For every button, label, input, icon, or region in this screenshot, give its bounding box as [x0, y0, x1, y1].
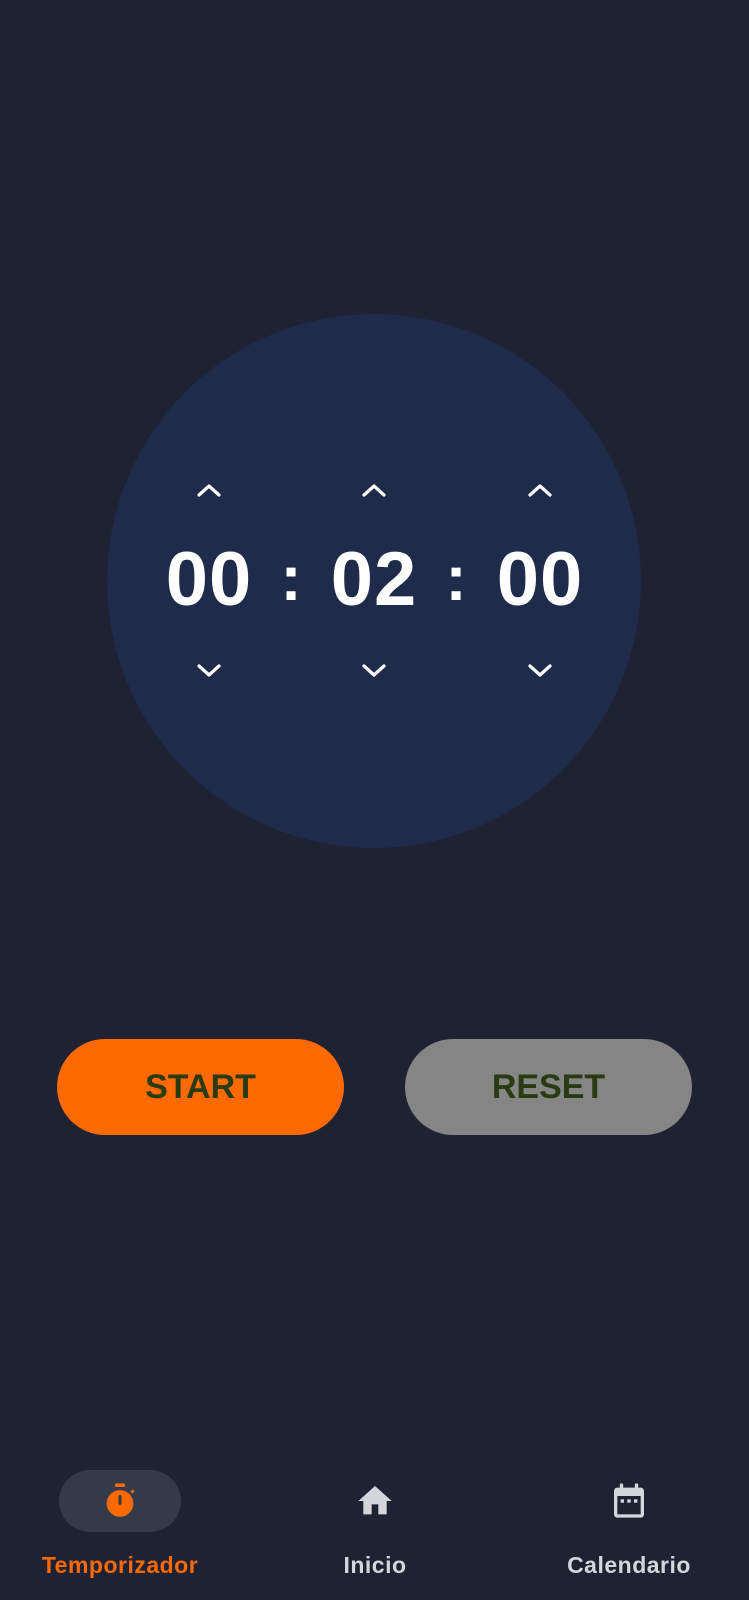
hours-value[interactable]: 00: [149, 530, 269, 630]
minutes-decrement-button[interactable]: [354, 656, 394, 686]
nav-label-inicio: Inicio: [343, 1552, 407, 1578]
minutes-increment-button[interactable]: [354, 475, 394, 505]
time-separator: :: [445, 542, 467, 614]
minutes-value[interactable]: 02: [314, 530, 434, 630]
nav-label-temporizador: Temporizador: [41, 1552, 199, 1578]
time-separator: :: [280, 542, 302, 614]
nav-item-inicio[interactable]: Inicio: [255, 1450, 495, 1600]
chevron-down-icon: [528, 664, 552, 677]
nav-icon-container: [568, 1470, 690, 1532]
chevron-up-icon: [197, 484, 221, 497]
chevron-up-icon: [528, 484, 552, 497]
nav-icon-container: [314, 1470, 436, 1532]
seconds-increment-button[interactable]: [520, 475, 560, 505]
active-indicator: [59, 1470, 181, 1532]
start-button[interactable]: START: [57, 1039, 344, 1135]
hours-increment-button[interactable]: [189, 475, 229, 505]
stopwatch-icon: [106, 1483, 135, 1517]
nav-label-calendario: Calendario: [567, 1552, 691, 1578]
bottom-navigation: Temporizador Inicio Calendario: [0, 1450, 749, 1600]
chevron-down-icon: [362, 664, 386, 677]
calendar-icon: [614, 1483, 644, 1518]
home-icon: [358, 1486, 392, 1515]
chevron-up-icon: [362, 484, 386, 497]
chevron-down-icon: [197, 664, 221, 677]
seconds-decrement-button[interactable]: [520, 656, 560, 686]
hours-decrement-button[interactable]: [189, 656, 229, 686]
nav-item-temporizador[interactable]: Temporizador: [0, 1450, 240, 1600]
reset-button[interactable]: RESET: [405, 1039, 692, 1135]
seconds-value[interactable]: 00: [480, 530, 600, 630]
nav-item-calendario[interactable]: Calendario: [509, 1450, 749, 1600]
